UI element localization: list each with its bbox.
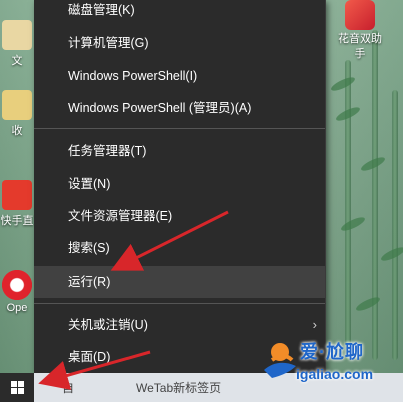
- desktop-icon-recycle[interactable]: 收: [0, 90, 34, 138]
- menu-item-run[interactable]: 运行(R): [34, 266, 325, 298]
- desktop-icon-label: 收: [11, 125, 23, 137]
- desktop-icon-label: 花音双助: [338, 33, 382, 45]
- desktop-icon-label: 文: [11, 55, 23, 67]
- desktop-icon-label: 快手直: [0, 215, 34, 227]
- desktop-icon-huayin[interactable]: 花音双助 手: [330, 0, 390, 62]
- watermark-title: 爱·尬聊: [300, 342, 364, 362]
- menu-item-label: 关机或注销(U): [68, 318, 148, 332]
- desktop-icon-label: Ope: [6, 302, 28, 314]
- leaf-decoration: [339, 214, 367, 234]
- bamboo-decoration: [392, 90, 398, 360]
- opera-browser-icon: [2, 270, 32, 300]
- app-icon: [345, 0, 375, 30]
- taskbar-item-text[interactable]: 自: [62, 379, 74, 396]
- menu-item-powershell[interactable]: Windows PowerShell(I): [34, 60, 325, 92]
- folder-icon: [2, 20, 32, 50]
- desktop-icon-file[interactable]: 文: [0, 20, 34, 68]
- watermark-url: igaliao.com: [296, 366, 374, 382]
- folder-icon: [2, 90, 32, 120]
- menu-item-search[interactable]: 搜索(S): [34, 232, 325, 264]
- menu-item-settings[interactable]: 设置(N): [34, 168, 325, 200]
- menu-item-powershell-admin[interactable]: Windows PowerShell (管理员)(A): [34, 92, 325, 124]
- menu-separator: [34, 128, 325, 129]
- bamboo-decoration: [372, 30, 378, 360]
- taskbar-item-wetab[interactable]: WeTab新标签页: [136, 379, 221, 396]
- desktop-icon-label-line2: 手: [354, 48, 366, 60]
- menu-item-file-explorer[interactable]: 文件资源管理器(E): [34, 200, 325, 232]
- kuaishou-app-icon: [2, 180, 32, 210]
- desktop-icon-kuaishou[interactable]: 快手直: [0, 180, 34, 228]
- desktop-icon-opera[interactable]: Ope: [0, 270, 34, 314]
- bamboo-decoration: [345, 60, 351, 360]
- menu-separator: [34, 303, 325, 304]
- windows-logo-icon: [11, 381, 24, 394]
- leaf-decoration: [329, 74, 357, 94]
- menu-item-disk-management[interactable]: 磁盘管理(K): [34, 0, 325, 26]
- winx-context-menu: 磁盘管理(K) 计算机管理(G) Windows PowerShell(I) W…: [34, 0, 326, 373]
- menu-item-computer-management[interactable]: 计算机管理(G): [34, 27, 325, 59]
- start-button[interactable]: [0, 373, 34, 402]
- menu-item-task-manager[interactable]: 任务管理器(T): [34, 135, 325, 167]
